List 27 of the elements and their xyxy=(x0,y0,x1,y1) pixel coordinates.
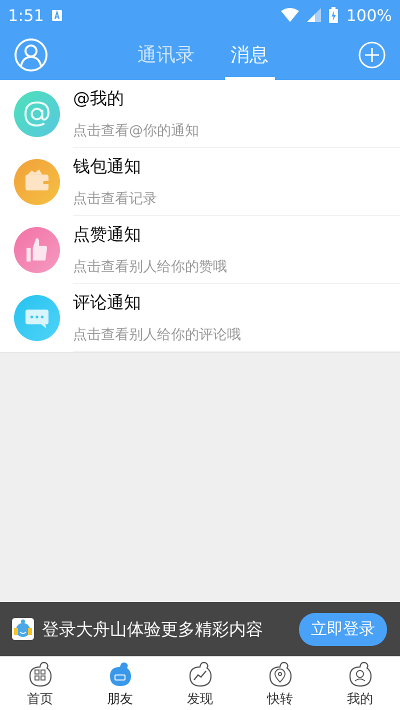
message-title[interactable]: 点赞通知 xyxy=(73,223,400,246)
nav-item[interactable]: 首页 xyxy=(0,657,80,710)
message-subtitle: 点击查看记录 xyxy=(73,190,158,208)
keyboard-icon xyxy=(52,10,62,20)
message-subtitle: 点击查看@你的通知 xyxy=(73,122,200,140)
comment-icon xyxy=(14,295,60,341)
nav-item[interactable]: 我的 xyxy=(320,657,400,710)
nav-item[interactable]: 朋友 xyxy=(80,657,160,710)
battery-percent: 100% xyxy=(346,6,392,24)
message-title[interactable]: 钱包通知 xyxy=(73,155,400,178)
message-title[interactable]: 评论通知 xyxy=(73,291,400,314)
wallet-icon xyxy=(14,159,60,205)
battery-icon xyxy=(329,7,338,23)
profile-icon[interactable] xyxy=(14,38,48,72)
nav-item[interactable]: 发现 xyxy=(160,657,240,710)
wifi-icon xyxy=(281,8,300,22)
message-subtitle: 点击查看别人给你的评论哦 xyxy=(73,326,242,344)
add-icon[interactable] xyxy=(358,41,386,69)
status-time: 1:51 xyxy=(8,6,44,24)
at-icon xyxy=(14,91,60,137)
nav-item[interactable]: 快转 xyxy=(240,657,320,710)
like-icon xyxy=(14,227,60,273)
message-title[interactable]: @我的 xyxy=(73,87,400,110)
signal-icon xyxy=(307,8,322,22)
message-subtitle: 点击查看别人给你的赞哦 xyxy=(73,258,228,276)
login-prompt: 登录大舟山体验更多精彩内容 xyxy=(42,618,264,640)
robot-icon xyxy=(12,618,34,640)
